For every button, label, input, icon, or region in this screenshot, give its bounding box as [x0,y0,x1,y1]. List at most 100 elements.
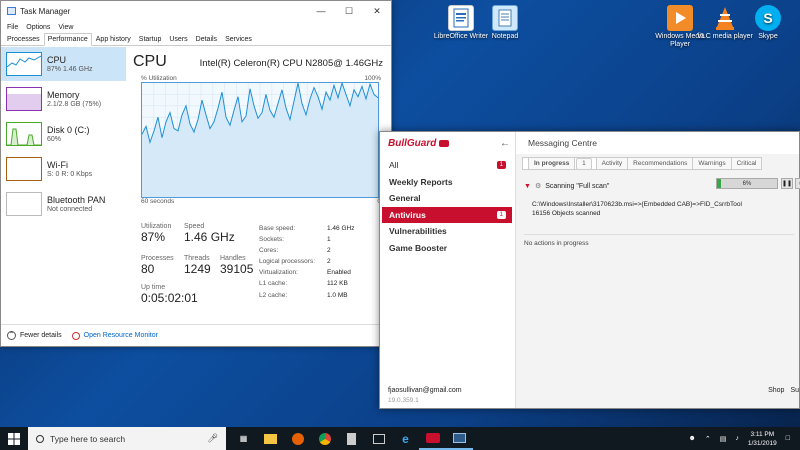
nav-item-weekly-reports[interactable]: Weekly Reports [382,174,512,191]
cpu-thumbnail [6,52,42,76]
sidebar-item-disk[interactable]: Disk 0 (C:) 60% [1,117,126,151]
version-label: 19.0.359.1 [388,397,419,404]
title-bar[interactable]: Task Manager — ☐ ✕ [1,1,391,21]
support-link[interactable]: Su [790,387,799,394]
sidebar-item-label: Memory [47,90,80,100]
nav-item-label: All [389,160,399,171]
uptime-label: Up time [141,284,166,291]
nav-item-general[interactable]: General [382,190,512,207]
chrome-icon[interactable] [311,427,338,450]
tab-in-progress[interactable]: In progress 1 [522,157,597,170]
sidebar-item-detail: S: 0 R: 0 Kbps [47,171,93,178]
task-view-icon[interactable]: ▦ [230,427,257,450]
taskbar-apps: ▦ e [230,427,473,450]
tab-users[interactable]: Users [165,33,191,45]
menu-options[interactable]: Options [26,24,50,31]
back-arrow-icon[interactable]: ← [500,138,510,149]
tab-performance[interactable]: Performance [43,33,92,46]
maximize-button[interactable]: ☐ [335,1,363,21]
search-icon [36,434,44,443]
window-title: Task Manager [20,6,71,16]
threads-label: Threads [184,255,210,262]
sidebar-item-bluetooth[interactable]: Bluetooth PAN Not connected [1,187,126,221]
tab-details[interactable]: Details [192,33,221,45]
stop-button[interactable]: ■ [795,178,800,189]
sidebar-item-label: Bluetooth PAN [47,195,106,205]
nav-item-label: Weekly Reports [389,176,453,187]
gear-icon: ⚙ [534,183,542,190]
bullguard-taskbar-icon[interactable] [419,427,446,450]
firefox-icon[interactable] [284,427,311,450]
file-explorer-icon[interactable] [257,427,284,450]
handles-value: 39105 [220,262,254,276]
spec-value: 1.0 MB [327,291,348,299]
show-hidden-icons-chevron-icon[interactable]: ⌃ [705,435,711,443]
nav-item-game-booster[interactable]: Game Booster [382,240,512,257]
open-resource-monitor-link[interactable]: Open Resource Monitor [71,331,158,340]
ie-icon[interactable]: e [392,427,419,450]
menu-file[interactable]: File [7,24,18,31]
utilization-label: Utilization [141,223,172,230]
network-icon[interactable]: ▤ [720,435,727,443]
cpu-panel: CPU Intel(R) Celeron(R) CPU N2805@ 1.46G… [133,53,383,205]
taskbar-search-box[interactable]: Type here to search 🎤︎ [28,427,226,450]
start-button[interactable] [0,427,28,450]
tab-services[interactable]: Services [221,33,256,45]
collapse-arrow-icon[interactable]: ▼ [524,183,531,190]
task-manager-taskbar-icon[interactable] [446,427,473,450]
resource-monitor-icon [71,331,80,340]
tab-app-history[interactable]: App history [92,33,135,45]
notifications-icon[interactable]: □ [786,435,790,442]
tab-startup[interactable]: Startup [135,33,166,45]
sidebar-item-cpu[interactable]: CPU 87% 1.46 GHz [1,47,126,81]
tab-processes[interactable]: Processes [3,33,44,45]
menu-view[interactable]: View [58,24,73,31]
uptime-value: 0:05:02:01 [141,291,198,305]
clock-time: 3:11 PM [750,430,775,438]
people-icon[interactable]: ☻ [688,435,695,442]
nav-item-all[interactable]: All 1 [382,157,512,174]
clock[interactable]: 3:11 PM 1/31/2019 [748,430,777,448]
tab-warnings[interactable]: Warnings [692,157,732,170]
sidebar-item-wifi[interactable]: Wi-Fi S: 0 R: 0 Kbps [1,152,126,186]
scan-title: Scanning "Full scan" [545,182,610,190]
desktop-icon-notepad[interactable]: Notepad [475,5,535,41]
utilization-value: 87% [141,230,166,244]
tab-critical[interactable]: Critical [730,157,763,170]
tab-badge: 1 [576,158,592,170]
message-tabs: In progress 1 Activity Recommendations W… [522,157,799,170]
shop-link[interactable]: Shop [768,387,784,394]
cpu-spec-values: 1.46 GHz 1 2 2 Enabled 112 KB 1.0 MB [327,223,354,301]
skype-icon: S [755,5,781,31]
libreoffice-writer-icon [448,5,474,31]
panel-title: Messaging Centre [516,132,799,154]
tab-recommendations[interactable]: Recommendations [627,157,694,170]
open-resource-monitor-label: Open Resource Monitor [83,332,158,339]
desktop-icon-skype[interactable]: S Skype [738,5,798,41]
sidebar-item-memory[interactable]: Memory 2.1/2.8 GB (75%) [1,82,126,116]
pause-button[interactable]: ❚❚ [781,178,793,189]
minimize-button[interactable]: — [307,1,335,21]
memory-thumbnail [6,87,42,111]
bullguard-logo-text: BullGuard [388,138,437,149]
nav-item-antivirus[interactable]: Antivirus 1 [382,206,512,223]
no-actions-message: No actions in progress [524,234,794,247]
fewer-details-button[interactable]: ⌃ Fewer details [7,331,62,340]
microphone-icon[interactable]: 🎤︎ [207,433,218,444]
bullguard-nav: All 1 Weekly Reports General Antivirus 1 V… [382,157,512,256]
store-icon[interactable] [365,427,392,450]
calculator-icon[interactable] [338,427,365,450]
tab-activity[interactable]: Activity [595,157,629,170]
bull-icon [439,139,450,147]
scan-object-count: 16156 Objects scanned [532,210,601,217]
volume-icon[interactable]: ♪ [735,435,739,442]
close-button[interactable]: ✕ [363,1,391,21]
scan-progress-bar: 6% [716,178,778,189]
bullguard-sidebar: BullGuard ← All 1 Weekly Reports General … [380,132,516,408]
search-placeholder: Type here to search [50,433,126,444]
nav-item-vulnerabilities[interactable]: Vulnerabilities [382,223,512,240]
system-tray: ☻ ⌃ ▤ ♪ 3:11 PM 1/31/2019 □ [688,427,800,450]
task-manager-footer: ⌃ Fewer details Open Resource Monitor [1,324,391,346]
scan-current-file: C:\Windows\Installer\3170623b.msi=>{Embe… [532,201,742,208]
sidebar-item-detail: 87% 1.46 GHz [47,66,93,73]
